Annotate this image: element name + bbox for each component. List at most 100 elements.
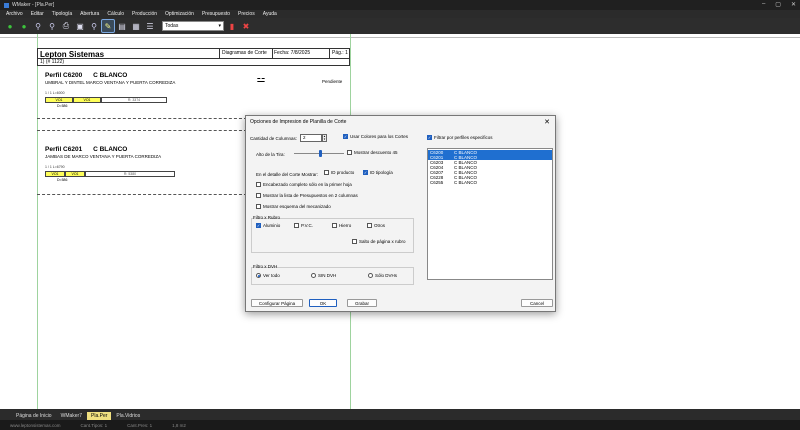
print-icon[interactable]: ⎙	[60, 20, 72, 32]
strip-height-label: Alto de la Tira:	[256, 152, 285, 157]
image-icon[interactable]: ▣	[74, 20, 86, 32]
show-discount-checkbox[interactable]	[347, 150, 352, 155]
show-discount-label: Mostrar descuento 45	[354, 150, 398, 155]
toolbar: ● ● ⚲ ⚲ ⎙ ▣ ⚲ ✎ ▤ ▦ ☰ Todas ▾ ▮ ✖	[0, 18, 800, 34]
pvc-checkbox[interactable]	[294, 223, 299, 228]
menu-tipologia[interactable]: Tipología	[52, 11, 72, 17]
save-button[interactable]: Grabar	[347, 299, 377, 307]
report-header: Lepton Sistemas Diagramas de Corte Fecha…	[37, 48, 350, 66]
search-icon[interactable]: ⚲	[88, 20, 100, 32]
delete-doc-icon[interactable]: ▮	[226, 20, 238, 32]
tab-wmaker7[interactable]: WMaker7	[57, 412, 86, 420]
columns-stepper[interactable]: ▴ ▾	[322, 134, 327, 142]
profile-status: Pendiente	[322, 79, 343, 84]
tab-pla-per[interactable]: Pla.Per	[87, 412, 112, 420]
back-arrow-icon[interactable]: ●	[4, 20, 16, 32]
cut-segment: VO1	[45, 171, 65, 177]
close-icon[interactable]: ✕	[544, 118, 550, 126]
window-title: WMaker - [Pla.Per]	[12, 2, 55, 8]
aluminio-label: Aluminio	[263, 223, 281, 228]
otros-checkbox[interactable]	[367, 223, 372, 228]
status-bar: www.leptonsistemas.com Cant.Tipos: 1 Can…	[0, 420, 800, 430]
maximize-icon[interactable]: ▢	[775, 1, 781, 8]
profile-color: C BLANCO	[93, 146, 128, 153]
report-title: Diagramas de Corte	[222, 50, 267, 56]
tab-pla-vidrios[interactable]: Pla.Vidrios	[112, 412, 144, 420]
profiles-list[interactable]: C6200 C BLANCO C6201 C BLANCO C6203 C BLANC…	[427, 148, 553, 280]
report-date: Fecha: 7/8/2025	[274, 50, 311, 56]
menu-calculo[interactable]: Cálculo	[107, 11, 124, 17]
profile-description: JAMBAS DE MARCO VENTANA Y PUERTA CORREDI…	[45, 154, 162, 159]
dimension-label: D=586	[57, 178, 68, 182]
page-setup-button[interactable]: Configurar Página	[251, 299, 303, 307]
calculator-icon[interactable]: ▦	[130, 20, 142, 32]
ok-button[interactable]: OK	[309, 299, 337, 307]
menu-precios[interactable]: Precios	[238, 11, 255, 17]
menu-ayuda[interactable]: Ayuda	[263, 11, 277, 17]
id-product-checkbox[interactable]	[324, 170, 329, 175]
hierro-checkbox[interactable]	[332, 223, 337, 228]
status-tipos: Cant.Tipos: 1	[80, 422, 108, 428]
id-product-label: ID producto	[331, 170, 355, 175]
filter-combo[interactable]: Todas ▾	[162, 21, 224, 31]
list-item[interactable]: C6255 C BLANCO	[428, 180, 552, 185]
page-break-label: Salto de página x rubro	[359, 239, 406, 244]
cut-bar: VO1 VO1 R: 5380	[45, 171, 175, 177]
cut-segment: VO1	[65, 171, 85, 177]
aluminio-checkbox[interactable]: ✓	[256, 223, 261, 228]
report-page: Lepton Sistemas Diagramas de Corte Fecha…	[37, 48, 350, 66]
minimize-icon[interactable]: –	[762, 1, 765, 8]
bar-info: 1 / 1 L=6000	[45, 91, 65, 95]
columns-label: Cantidad de Columnas:	[250, 136, 298, 141]
report-page-number: Pág.: 1	[332, 50, 348, 56]
id-typology-checkbox[interactable]: ✓	[363, 170, 368, 175]
machining-scheme-label: Mostrar esquema del mecanizado	[263, 204, 331, 209]
use-colors-checkbox[interactable]: ✓	[343, 134, 348, 139]
status-pres: Cant.Pres: 1	[127, 422, 153, 428]
budget-ref: 1) (# 1122)	[40, 59, 65, 65]
menu-editar[interactable]: Editar	[31, 11, 44, 17]
dimension-label: D=586	[57, 104, 68, 108]
columns-input[interactable]: 2	[300, 134, 322, 142]
ver-todo-radio[interactable]	[256, 273, 261, 278]
title-bar: WMaker - [Pla.Per] – ▢ ✕	[0, 0, 800, 10]
forward-arrow-icon[interactable]: ●	[18, 20, 30, 32]
full-header-checkbox[interactable]	[256, 182, 261, 187]
filter-profiles-checkbox[interactable]: ✓	[427, 135, 432, 140]
cancel-button[interactable]: Cancel	[521, 299, 553, 307]
dvh-filter-title: Filtro x DVH	[253, 264, 278, 269]
status-area: 1,8 m2	[172, 422, 186, 428]
list-icon[interactable]: ☰	[144, 20, 156, 32]
page-break-checkbox[interactable]	[352, 239, 357, 244]
tools-icon[interactable]: ✎	[101, 19, 115, 33]
two-columns-checkbox[interactable]	[256, 193, 261, 198]
menu-produccion[interactable]: Producción	[132, 11, 157, 17]
menu-archivo[interactable]: Archivo	[6, 11, 23, 17]
menu-presupuesto[interactable]: Presupuesto	[202, 11, 230, 17]
remnant-segment: R: 5380	[85, 171, 175, 177]
pvc-label: P.V.C.	[301, 223, 314, 228]
sin-dvh-radio[interactable]	[311, 273, 316, 278]
zoom-out-icon[interactable]: ⚲	[46, 20, 58, 32]
profile-color: C BLANCO	[93, 72, 128, 79]
machining-scheme-checkbox[interactable]	[256, 204, 261, 209]
document-icon[interactable]: ▤	[116, 20, 128, 32]
cut-bar: VO1 VO1 R: 3374	[45, 97, 175, 103]
otros-label: Otros	[374, 223, 386, 228]
bar-info: 1 / 1 L=6790	[45, 165, 65, 169]
sin-dvh-label: SIN DVH	[318, 273, 337, 278]
print-options-dialog: Opciones de Impresion de Planilla de Cor…	[245, 115, 556, 312]
strip-height-slider[interactable]	[319, 150, 322, 157]
menu-abertura[interactable]: Abertura	[80, 11, 99, 17]
close-doc-icon[interactable]: ✖	[240, 20, 252, 32]
detail-label: En el detalle del Corte Mostrar:	[256, 172, 319, 177]
solo-dvh-radio[interactable]	[368, 273, 373, 278]
zoom-in-icon[interactable]: ⚲	[32, 20, 44, 32]
status-website[interactable]: www.leptonsistemas.com	[10, 423, 61, 428]
chevron-down-icon: ▾	[218, 23, 221, 29]
tab-inicio[interactable]: Página de Inicio	[12, 412, 56, 420]
app-icon	[4, 2, 9, 8]
close-icon[interactable]: ✕	[791, 1, 796, 8]
menu-optimizacion[interactable]: Optimización	[165, 11, 194, 17]
use-colors-label: Usar Colores para los Cortes	[350, 134, 409, 139]
